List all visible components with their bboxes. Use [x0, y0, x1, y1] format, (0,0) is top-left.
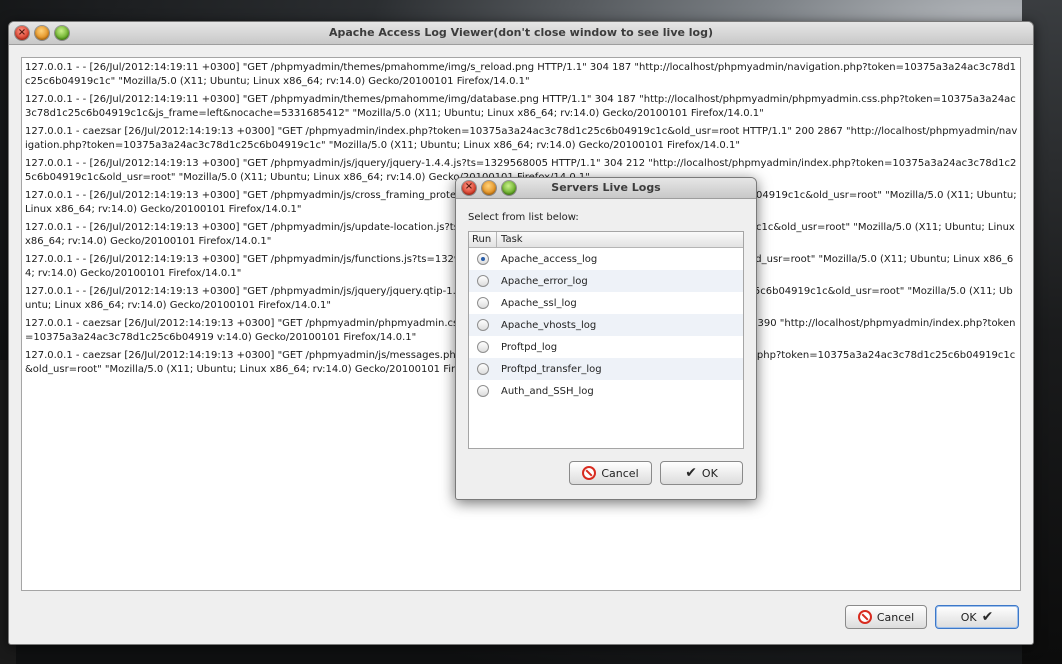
task-row[interactable]: Apache_access_log [469, 248, 743, 270]
dialog-minimize-button[interactable] [482, 181, 496, 195]
log-entry: 127.0.0.1 - - [26/Jul/2012:14:19:11 +030… [25, 61, 1018, 89]
ok-button[interactable]: OK ✔ [935, 605, 1019, 629]
task-name: Auth_and_SSH_log [501, 385, 594, 397]
log-entry-text: 127.0.0.1 - - [26/Jul/2012:14:19:11 +030… [25, 94, 1016, 119]
dialog-ok-label: OK [701, 466, 718, 480]
dialog-close-button[interactable]: × [462, 181, 476, 195]
dialog-cancel-label: Cancel [601, 466, 639, 480]
task-name: Apache_ssl_log [501, 297, 577, 309]
maximize-window-button[interactable] [55, 26, 69, 40]
log-entry-text: 127.0.0.1 - - [26/Jul/2012:14:19:13 +030… [25, 222, 481, 233]
task-run-cell [469, 363, 497, 375]
log-entry-text: 127.0.0.1 - caezsar [26/Jul/2012:14:19:1… [25, 126, 1018, 151]
log-entry-text: 127.0.0.1 - - [26/Jul/2012:14:19:11 +030… [25, 62, 1017, 87]
dialog-maximize-button[interactable] [502, 181, 516, 195]
cancel-icon [857, 610, 872, 624]
task-name: Apache_error_log [501, 275, 588, 287]
close-icon: × [464, 181, 474, 192]
servers-live-logs-dialog: × Servers Live Logs Select from list bel… [455, 177, 757, 500]
task-rows: Apache_access_log Apache_error_log Apache_… [469, 248, 743, 402]
task-name: Apache_access_log [501, 253, 598, 265]
task-row[interactable]: Proftpd_transfer_log [469, 358, 743, 380]
task-radio-button[interactable] [477, 275, 489, 287]
task-run-cell [469, 341, 497, 353]
task-radio-button[interactable] [477, 385, 489, 397]
task-run-cell [469, 253, 497, 265]
main-titlebar: × Apache Access Log Viewer(don't close w… [9, 22, 1033, 45]
table-header: Run Task [469, 232, 743, 248]
close-window-button[interactable]: × [15, 26, 29, 40]
task-table: Run Task Apache_access_log Apache_error_l… [468, 231, 744, 449]
dialog-prompt: Select from list below: [468, 212, 579, 223]
cancel-label: Cancel [876, 610, 915, 624]
log-entry: 127.0.0.1 - caezsar [26/Jul/2012:14:19:1… [25, 125, 1018, 153]
task-row[interactable]: Auth_and_SSH_log [469, 380, 743, 402]
log-entry-text: 127.0.0.1 - - [26/Jul/2012:14:19:13 +030… [25, 254, 480, 265]
dialog-title: Servers Live Logs [551, 181, 661, 194]
minimize-window-button[interactable] [35, 26, 49, 40]
task-row[interactable]: Apache_vhosts_log [469, 314, 743, 336]
task-run-cell [469, 297, 497, 309]
column-header-run[interactable]: Run [469, 232, 497, 247]
task-name: Proftpd_log [501, 341, 558, 353]
task-run-cell [469, 275, 497, 287]
log-entry-text: 127.0.0.1 - caezsar [26/Jul/2012:14:19:1… [25, 350, 477, 361]
dialog-titlebar: × Servers Live Logs [456, 178, 756, 199]
task-run-cell [469, 319, 497, 331]
log-entry: 127.0.0.1 - - [26/Jul/2012:14:19:11 +030… [25, 93, 1018, 121]
checkmark-icon: ✔ [981, 609, 994, 625]
log-entry-text: 127.0.0.1 - - [26/Jul/2012:14:19:13 +030… [25, 190, 475, 201]
task-row[interactable]: Apache_error_log [469, 270, 743, 292]
task-radio-button[interactable] [477, 319, 489, 331]
task-row[interactable]: Apache_ssl_log [469, 292, 743, 314]
checkmark-icon: ✔ [685, 465, 697, 481]
task-radio-button[interactable] [477, 297, 489, 309]
task-name: Apache_vhosts_log [501, 319, 597, 331]
task-radio-button[interactable] [477, 341, 489, 353]
task-row[interactable]: Proftpd_log [469, 336, 743, 358]
cancel-icon [582, 466, 597, 480]
column-header-task[interactable]: Task [497, 232, 523, 247]
log-entry-text: 127.0.0.1 - - [26/Jul/2012:14:19:13 +030… [25, 286, 475, 297]
task-radio-button[interactable] [477, 363, 489, 375]
dialog-ok-button[interactable]: ✔ OK [660, 461, 743, 485]
ok-label: OK [960, 610, 977, 624]
window-title: Apache Access Log Viewer(don't close win… [328, 26, 714, 39]
cancel-button[interactable]: Cancel [845, 605, 927, 629]
dialog-cancel-button[interactable]: Cancel [569, 461, 652, 485]
task-radio-button[interactable] [477, 253, 489, 265]
log-entry-text: 127.0.0.1 - caezsar [26/Jul/2012:14:19:1… [25, 318, 486, 329]
task-run-cell [469, 385, 497, 397]
close-icon: × [17, 27, 27, 38]
task-name: Proftpd_transfer_log [501, 363, 602, 375]
